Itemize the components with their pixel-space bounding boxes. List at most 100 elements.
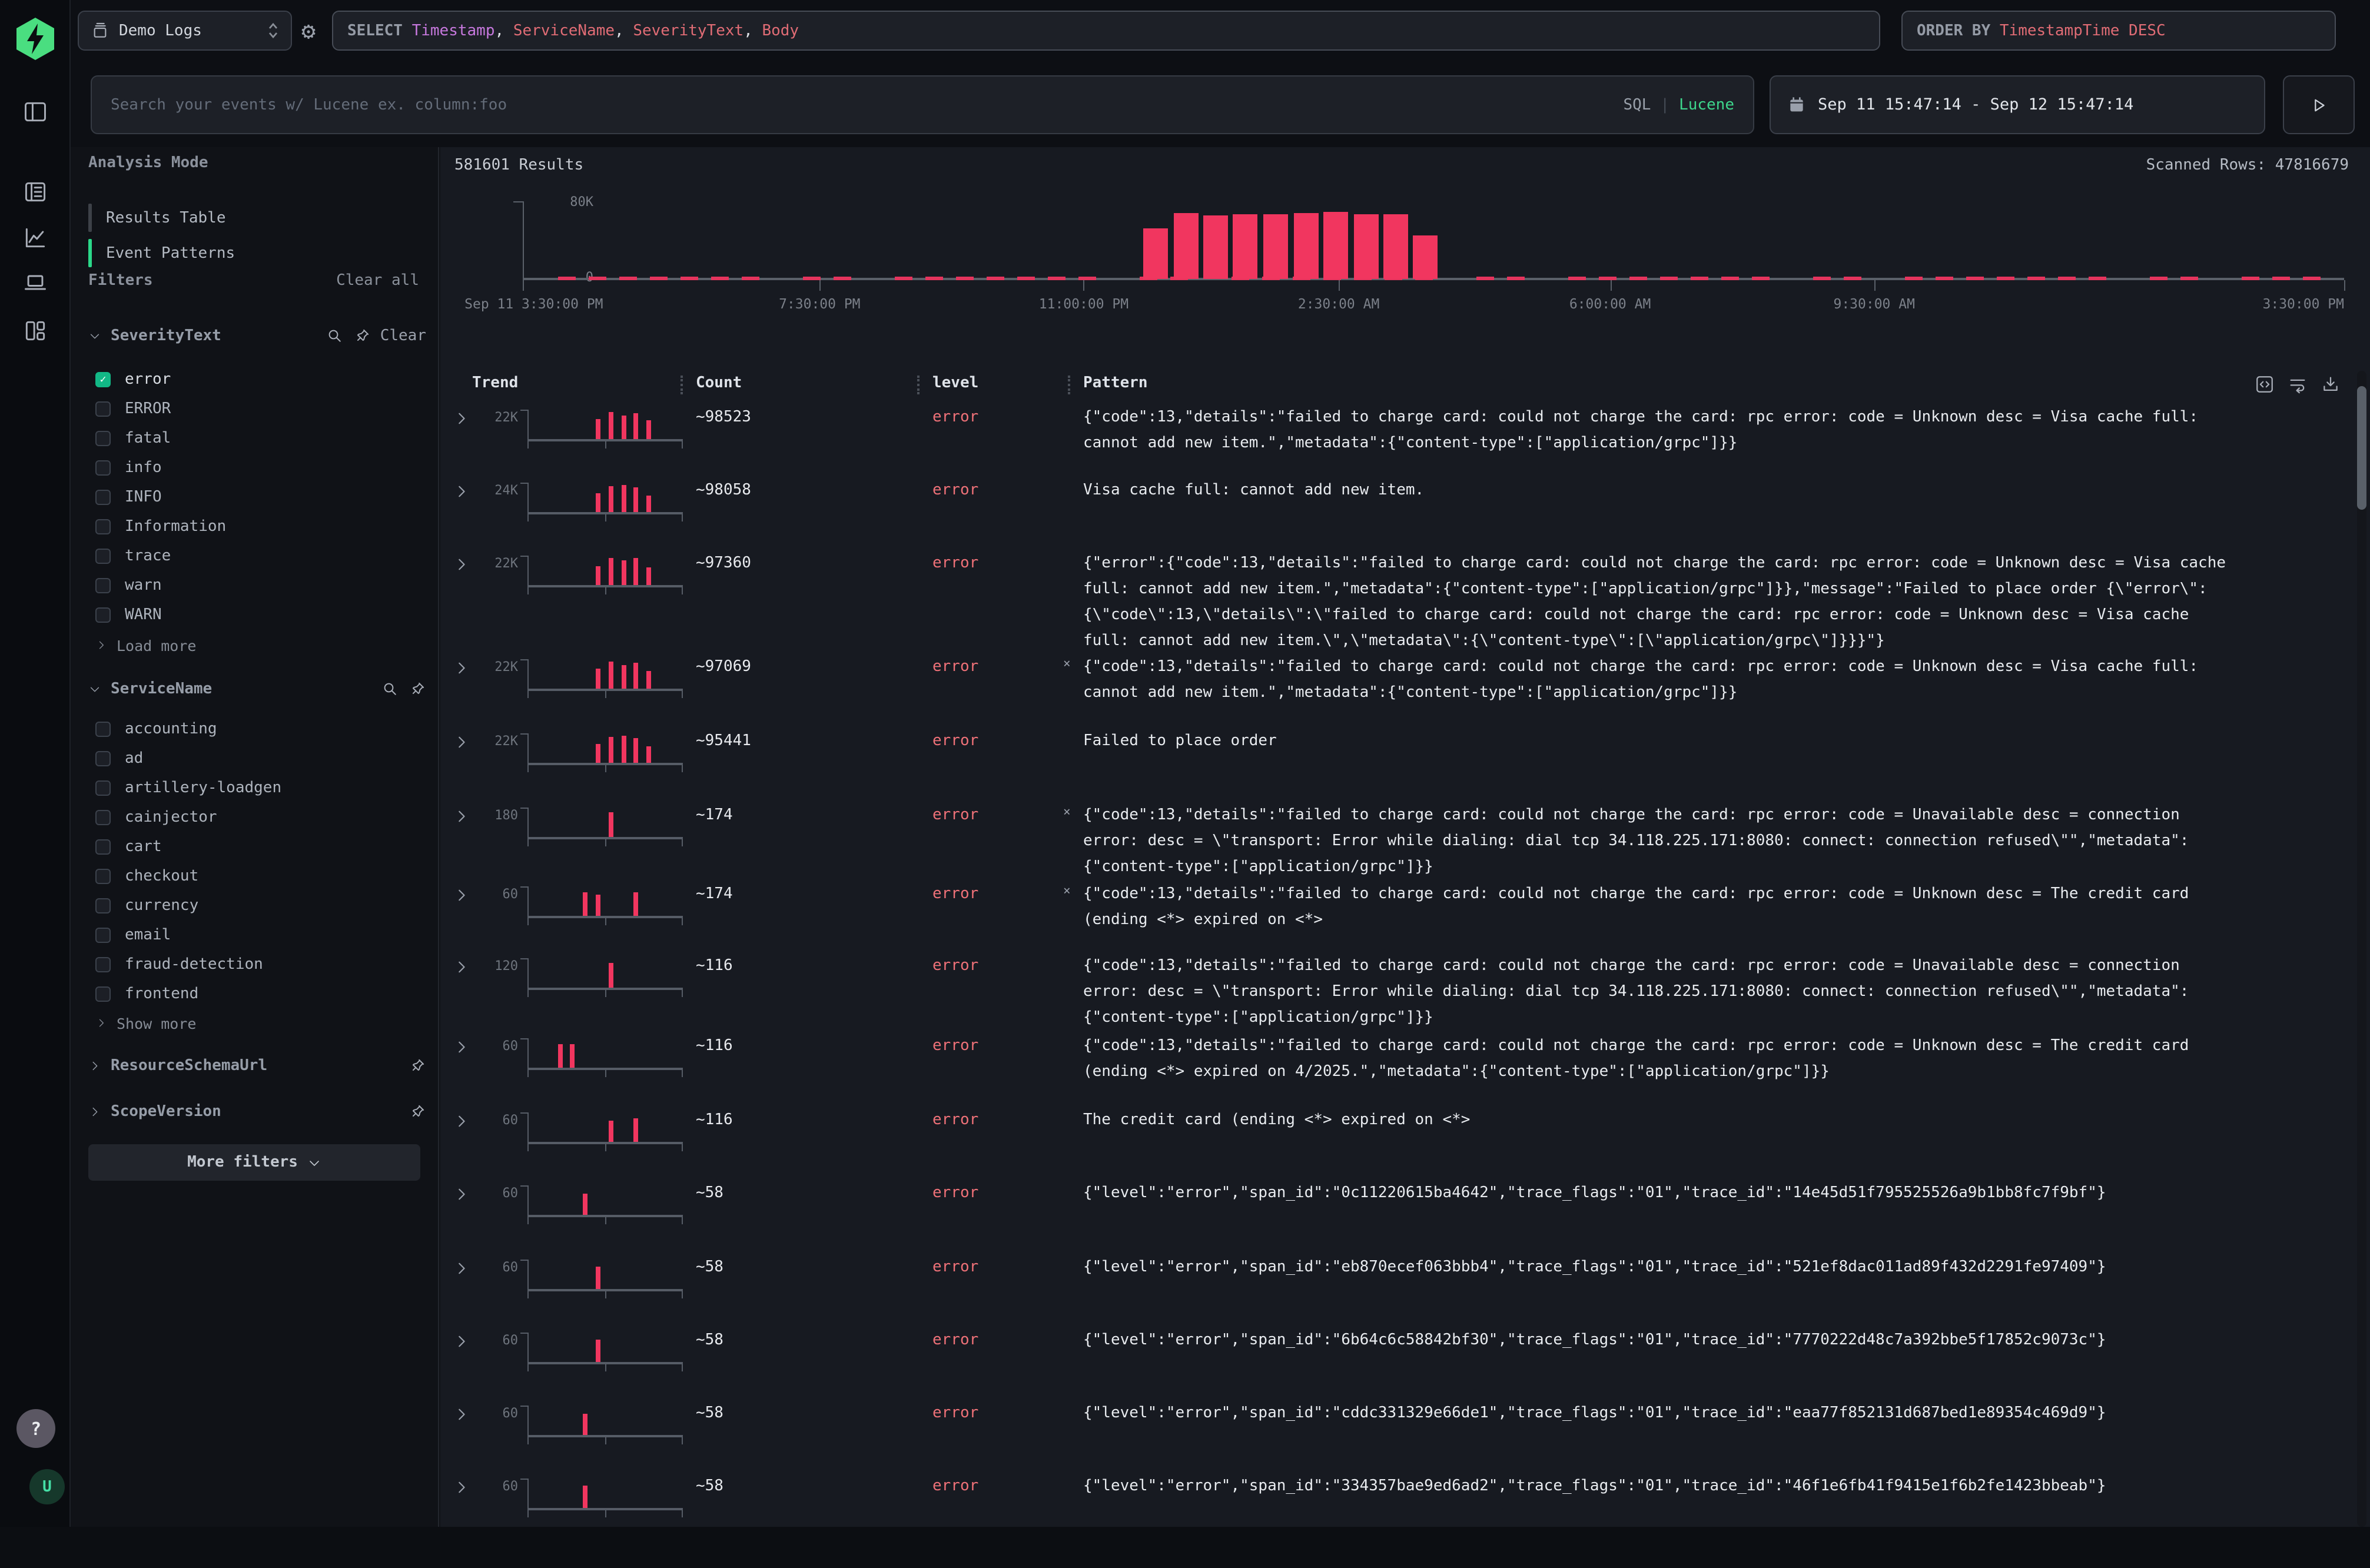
results-histogram[interactable]: 80K 0 Sep 11 3:30:00 PM7:30:00 PM11:00:0… (523, 194, 2344, 312)
checkbox[interactable] (95, 578, 111, 593)
analysis-mode-results-table[interactable]: Results Table (88, 200, 426, 235)
language-toggle[interactable]: SQL | Lucene (1623, 96, 1734, 114)
histogram-bar[interactable] (1143, 229, 1168, 279)
sql-select-input[interactable]: SELECT Timestamp, ServiceName, SeverityT… (332, 11, 1880, 51)
filter-group-resourceschemaurl[interactable]: ResourceSchemaUrl (88, 1052, 426, 1078)
lang-lucene-option[interactable]: Lucene (1679, 96, 1734, 114)
filter-option[interactable]: ad (95, 744, 426, 773)
histogram-bar[interactable] (1173, 213, 1198, 279)
load-more-link[interactable]: Load more (95, 631, 196, 659)
pattern-cell[interactable]: {"code":13,"details":"failed to charge c… (1083, 1034, 2354, 1085)
filter-option[interactable]: cart (95, 832, 426, 862)
checkbox[interactable] (95, 957, 111, 972)
search-icon[interactable] (381, 680, 399, 697)
pattern-cell[interactable]: {"code":13,"details":"failed to charge c… (1083, 954, 2354, 1031)
pattern-cell[interactable]: Visa cache full: cannot add new item. (1083, 478, 2354, 504)
search-input[interactable] (111, 96, 1623, 114)
pin-icon[interactable] (409, 1057, 426, 1074)
panel-left-icon[interactable] (22, 99, 48, 125)
col-pattern[interactable]: Pattern (1083, 374, 1148, 392)
filter-option[interactable]: currency (95, 891, 426, 921)
run-query-button[interactable] (2283, 75, 2355, 134)
checkbox[interactable] (95, 928, 111, 943)
download-icon[interactable] (2321, 374, 2341, 394)
filter-option[interactable]: ✓error (95, 365, 426, 394)
help-button[interactable]: ? (16, 1409, 55, 1448)
logs-icon[interactable] (22, 179, 48, 205)
user-avatar[interactable]: U (29, 1469, 65, 1504)
col-count[interactable]: Count (696, 374, 742, 392)
histogram-bar[interactable] (1413, 235, 1438, 279)
clear-group-link[interactable]: Clear (380, 327, 426, 344)
pattern-cell[interactable]: {"code":13,"details":"failed to charge c… (1083, 882, 2354, 934)
filter-group-severitytext[interactable]: SeverityText Clear (88, 323, 426, 348)
more-filters-button[interactable]: More filters (88, 1144, 420, 1181)
pattern-cell[interactable]: {"level":"error","span_id":"6b64c6c58842… (1083, 1328, 2354, 1354)
checkbox[interactable] (95, 519, 111, 534)
pin-icon[interactable] (353, 327, 371, 344)
order-by-input[interactable]: ORDER BY TimestampTime DESC (1901, 11, 2336, 51)
analysis-mode-event-patterns[interactable]: Event Patterns (88, 235, 426, 271)
col-trend[interactable]: Trend (472, 374, 518, 392)
pattern-cell[interactable]: {"level":"error","span_id":"0c11220615ba… (1083, 1181, 2354, 1207)
pattern-cell[interactable]: {"level":"error","span_id":"eb870ecef063… (1083, 1255, 2354, 1281)
wrap-text-icon[interactable] (2288, 374, 2308, 394)
filter-option[interactable]: email (95, 921, 426, 950)
filter-option[interactable]: ERROR (95, 394, 426, 424)
checkbox[interactable] (95, 751, 111, 766)
checkbox[interactable] (95, 607, 111, 623)
dashboard-icon[interactable] (22, 318, 48, 344)
histogram-bar[interactable] (1203, 215, 1228, 280)
pin-icon[interactable] (409, 1102, 426, 1120)
filter-option[interactable]: info (95, 453, 426, 483)
pattern-cell[interactable]: {"code":13,"details":"failed to charge c… (1083, 405, 2354, 457)
pattern-cell[interactable]: Failed to place order (1083, 729, 2354, 755)
filter-option[interactable]: fatal (95, 424, 426, 453)
histogram-bar[interactable] (1263, 214, 1288, 279)
filter-option[interactable]: checkout (95, 862, 426, 891)
line-chart-icon[interactable] (22, 225, 48, 251)
histogram-bar[interactable] (1233, 214, 1258, 279)
show-more-link[interactable]: Show more (95, 1009, 196, 1037)
filter-option[interactable]: artillery-loadgen (95, 773, 426, 803)
lang-sql-option[interactable]: SQL (1623, 96, 1651, 114)
date-range-picker[interactable]: Sep 11 15:47:14 - Sep 12 15:47:14 (1770, 75, 2265, 134)
search-icon[interactable] (326, 327, 344, 344)
checkbox[interactable]: ✓ (95, 372, 111, 387)
checkbox[interactable] (95, 869, 111, 884)
checkbox[interactable] (95, 986, 111, 1002)
histogram-bar[interactable] (1383, 214, 1408, 279)
checkbox[interactable] (95, 460, 111, 476)
histogram-bar[interactable] (1293, 213, 1318, 279)
pin-icon[interactable] (409, 680, 426, 697)
pattern-cell[interactable]: {"error":{"code":13,"details":"failed to… (1083, 551, 2354, 655)
filter-option[interactable]: trace (95, 542, 426, 571)
pattern-cell[interactable]: The credit card (ending <*> expired on <… (1083, 1108, 2354, 1134)
checkbox[interactable] (95, 490, 111, 505)
filter-option[interactable]: WARN (95, 600, 426, 630)
filter-option[interactable]: Information (95, 512, 426, 542)
laptop-icon[interactable] (22, 270, 48, 295)
checkbox[interactable] (95, 780, 111, 796)
gear-icon[interactable]: ⚙ (294, 15, 323, 46)
filter-option[interactable]: accounting (95, 715, 426, 744)
filter-group-scopeversion[interactable]: ScopeVersion (88, 1098, 426, 1124)
pattern-cell[interactable]: {"code":13,"details":"failed to charge c… (1083, 803, 2354, 881)
checkbox[interactable] (95, 722, 111, 737)
filter-option[interactable]: fraud-detection (95, 950, 426, 979)
filter-option[interactable]: warn (95, 571, 426, 600)
pattern-cell[interactable]: {"level":"error","span_id":"cddc331329e6… (1083, 1401, 2354, 1427)
hyperdx-logo-icon[interactable] (15, 16, 55, 61)
clear-all-filters-link[interactable]: Clear all (336, 272, 419, 290)
scrollbar-thumb[interactable] (2357, 386, 2366, 510)
checkbox[interactable] (95, 898, 111, 913)
source-select[interactable]: Demo Logs (78, 11, 292, 51)
filter-group-servicename[interactable]: ServiceName (88, 676, 426, 702)
histogram-bar[interactable] (1353, 214, 1378, 279)
filter-option[interactable]: cainjector (95, 803, 426, 832)
checkbox[interactable] (95, 431, 111, 446)
col-level[interactable]: level (932, 374, 978, 392)
table-scrollbar[interactable] (2357, 371, 2366, 1527)
checkbox[interactable] (95, 549, 111, 564)
pattern-cell[interactable]: {"code":13,"details":"failed to charge c… (1083, 655, 2354, 706)
